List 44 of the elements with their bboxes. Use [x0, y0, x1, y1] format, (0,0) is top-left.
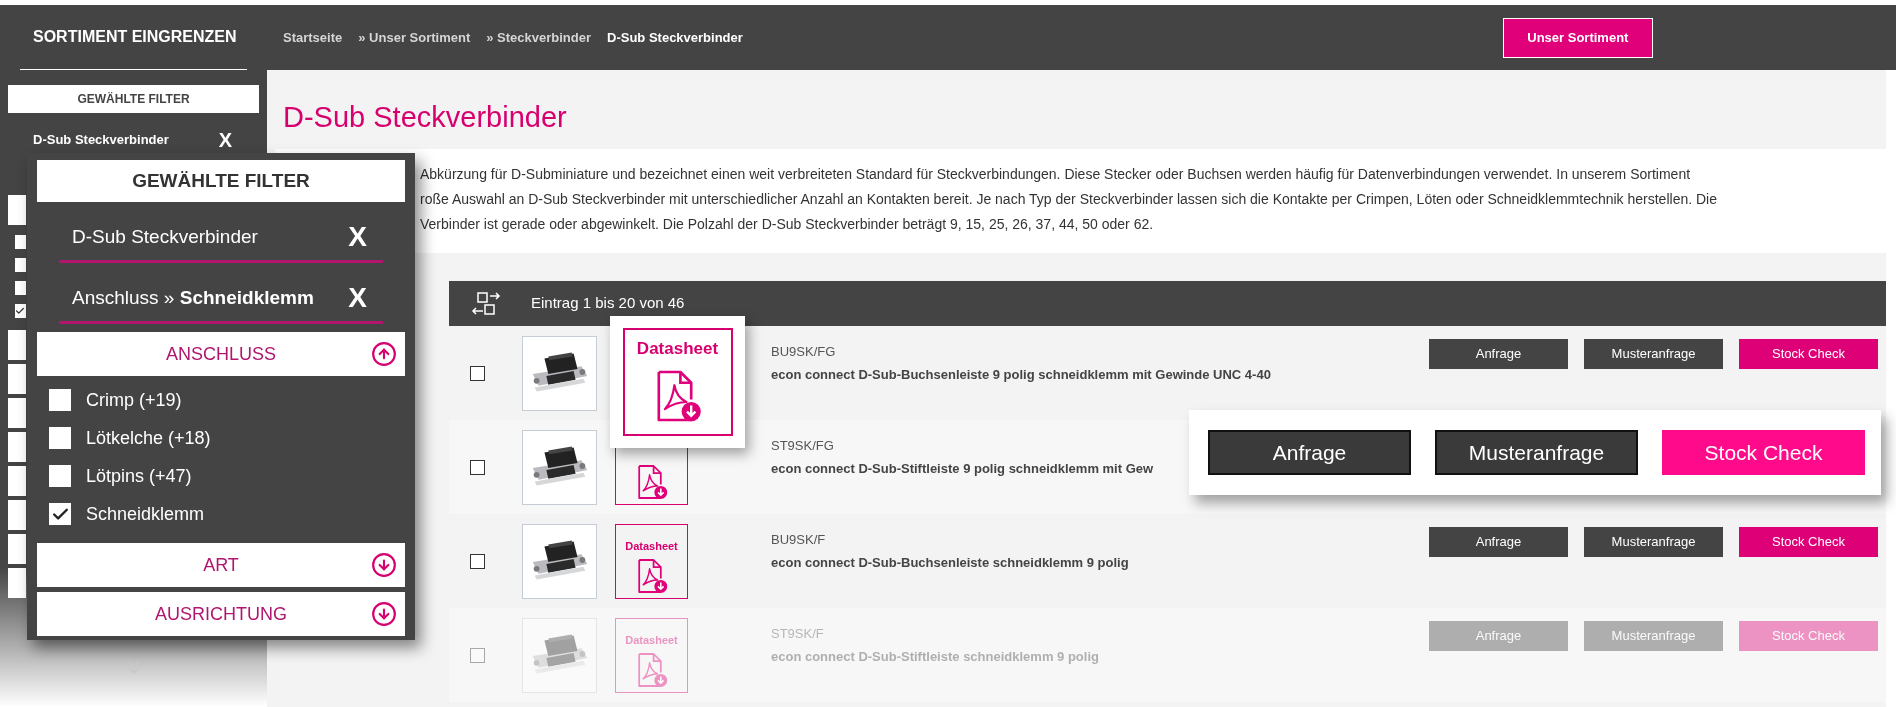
- stock-check-button[interactable]: Stock Check: [1739, 527, 1878, 557]
- product-code: ST9SK/FG: [771, 437, 834, 455]
- assortment-button[interactable]: Unser Sortiment: [1502, 17, 1653, 58]
- option-label: Lötpins (+47): [86, 465, 192, 487]
- entry-count: Eintrag 1 bis 20 von 46: [531, 293, 685, 314]
- remove-filter-button[interactable]: X: [218, 125, 232, 155]
- breadcrumb-link[interactable]: Startseite: [283, 27, 343, 48]
- sidebar-title: SORTIMENT EINGRENZEN: [33, 27, 237, 47]
- page-title: D-Sub Steckverbinder: [283, 103, 568, 132]
- description-line: Verbinder ist gerade oder abgewinkelt. Die Polzahl der D-Sub Steckverbinder beträgt 9, 15, 25, 26, 37, 44, 50 oder 62.: [420, 215, 1155, 234]
- description-line: Abkürzung für D-Subminiature und bezeichnet einen weit verbreiteten Standard für Steckverbindungen. Diese Stecker oder Buchsen werden häufig für Datenverbindungen verwendet. In unserem Sortiment: [420, 165, 1692, 184]
- remove-filter-button[interactable]: X: [348, 284, 367, 312]
- breadcrumb-link[interactable]: » Steckverbinder: [486, 27, 591, 48]
- filter-section-header[interactable]: ART: [37, 543, 405, 587]
- option-label: Crimp (+19): [86, 389, 182, 411]
- filter-label: D-Sub Steckverbinder: [33, 131, 169, 150]
- selected-filters-heading: GEWÄHLTE FILTER: [8, 85, 259, 113]
- product-code: BU9SK/F: [771, 531, 826, 549]
- description-line: roße Auswahl an D-Sub Steckverbinder mit unterschiedlicher Anzahl an Kontakten bereit. Je nach Typ der Steckverbinder lassen sich die Kontakte per Crimpen, Löten oder Schneidklemmtechnik herstellen. Die: [420, 190, 1718, 209]
- option-label: Schneidklemm: [86, 503, 205, 525]
- product-name[interactable]: econ connect D-Sub-Buchsenleiste schneidklemm 9 polig: [771, 552, 1129, 572]
- remove-filter-button[interactable]: X: [348, 223, 367, 251]
- product-name[interactable]: econ connect D-Sub-Stiftleiste 9 polig schneidklemm mit Gew: [771, 458, 1154, 478]
- option-label: Lötkelche (+18): [86, 427, 211, 449]
- product-code: ST9SK/F: [771, 625, 824, 643]
- filter-section-header[interactable]: AUSRICHTUNG: [37, 592, 405, 636]
- breadcrumb-link[interactable]: D-Sub Steckverbinder: [607, 27, 743, 48]
- request-button[interactable]: Musteranfrage: [1584, 339, 1723, 369]
- request-button[interactable]: Musteranfrage: [1584, 527, 1723, 557]
- breadcrumb-link[interactable]: » Unser Sortiment: [358, 27, 471, 48]
- request-button[interactable]: Anfrage: [1429, 339, 1568, 369]
- datasheet-link[interactable]: Datasheet: [615, 523, 688, 599]
- stock-check-button[interactable]: Stock Check: [1739, 339, 1878, 369]
- filter-label: Anschluss » Schneidklemm: [72, 285, 314, 310]
- filter-section-header[interactable]: ANSCHLUSS: [37, 332, 405, 376]
- product-code: BU9SK/FG: [771, 343, 836, 361]
- selected-filters-heading: GEWÄHLTE FILTER: [37, 160, 405, 202]
- request-button[interactable]: Anfrage: [1429, 527, 1568, 557]
- datasheet-link[interactable]: Datasheet: [622, 327, 733, 436]
- stock-check-button[interactable]: Stock Check: [1662, 430, 1865, 475]
- product-name[interactable]: econ connect D-Sub-Buchsenleiste 9 polig schneidklemm mit Gewinde UNC 4-40: [771, 364, 1271, 384]
- filter-label: D-Sub Steckverbinder: [72, 224, 258, 249]
- request-button[interactable]: Musteranfrage: [1435, 430, 1638, 475]
- request-button[interactable]: Anfrage: [1208, 430, 1411, 475]
